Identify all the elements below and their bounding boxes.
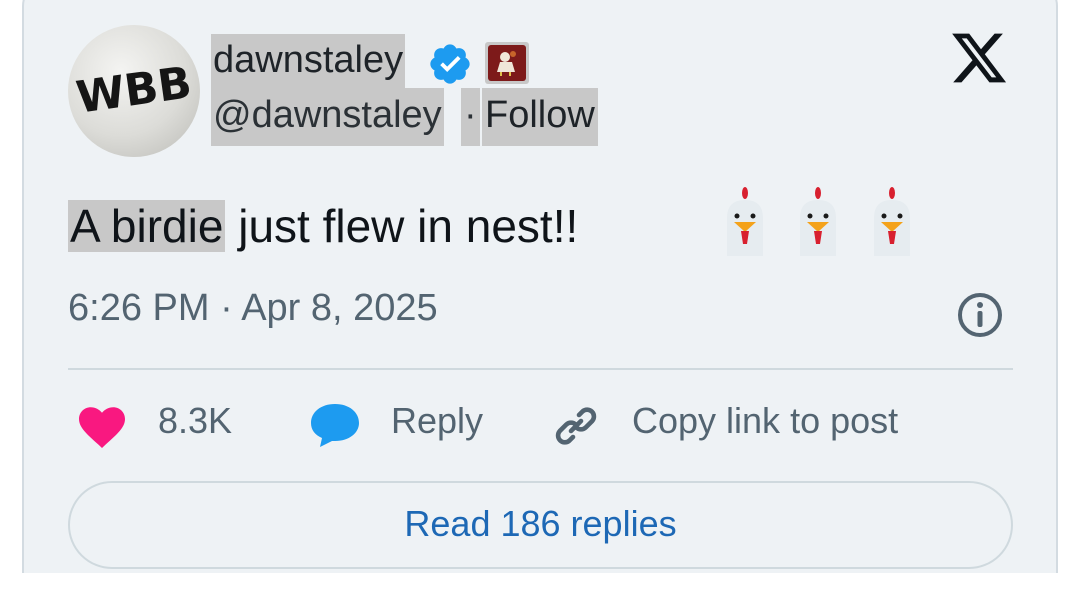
copy-link-button[interactable]: Copy link to post [632, 396, 898, 446]
reply-bubble-icon[interactable] [310, 402, 360, 448]
reply-button[interactable]: Reply [391, 396, 483, 446]
author-handle[interactable]: @dawnstaley [211, 88, 444, 146]
link-icon[interactable] [552, 402, 600, 450]
tweet-highlighted-text: A birdie [68, 200, 226, 252]
heart-icon[interactable] [78, 406, 126, 448]
divider [68, 368, 1013, 370]
bottom-edge [0, 573, 1080, 593]
read-replies-button[interactable]: Read 186 replies [68, 481, 1013, 569]
tweet-timestamp[interactable]: 6:26 PM · Apr 8, 2025 [68, 282, 438, 334]
author-display-name[interactable]: dawnstaley [211, 34, 406, 88]
follow-button[interactable]: Follow [482, 88, 598, 146]
verified-badge-icon [430, 44, 470, 84]
rooster-emoji-icon [790, 186, 846, 263]
rooster-emoji-icon [864, 186, 920, 263]
tweet-body-text: just flew in nest!! [225, 200, 579, 252]
likes-count[interactable]: 8.3K [158, 396, 232, 446]
tweet-text: A birdie just flew in nest!! [68, 190, 578, 264]
x-logo-icon[interactable] [948, 28, 1010, 88]
info-icon[interactable] [956, 291, 1004, 339]
handle-separator: · [461, 88, 480, 146]
gamecocks-affiliation-icon [488, 45, 526, 81]
rooster-emoji-icon [717, 186, 773, 263]
avatar-wbb-text: WBB [73, 57, 195, 124]
avatar[interactable]: WBB [68, 25, 200, 157]
